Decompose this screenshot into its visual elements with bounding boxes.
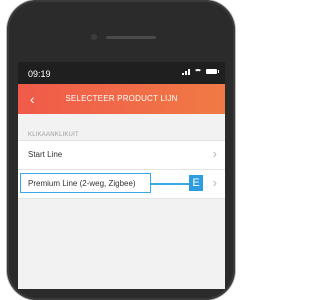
wifi-icon <box>194 68 202 75</box>
annotation-connector <box>151 183 189 185</box>
status-time: 09:19 <box>28 69 51 79</box>
status-icons <box>182 68 219 75</box>
list-item-premium-line[interactable]: Premium Line (2-weg, Zigbee) E › <box>18 170 225 199</box>
section-label: KLIKAANKLIKUIT <box>28 132 79 138</box>
earpiece-speaker <box>106 36 156 39</box>
header-bar: ‹ SELECTEER PRODUCT LIJN <box>18 84 225 114</box>
chevron-right-icon: › <box>212 175 217 190</box>
signal-icon <box>182 68 190 75</box>
page-title: SELECTEER PRODUCT LIJN <box>65 94 178 103</box>
list-item-start-line[interactable]: Start Line › <box>18 140 225 170</box>
status-bar: 09:19 <box>18 62 225 84</box>
list-item-label: Start Line <box>28 150 63 159</box>
chevron-right-icon: › <box>212 146 217 161</box>
annotation-badge: E <box>189 175 203 191</box>
list-item-label: Premium Line (2-weg, Zigbee) <box>28 179 136 188</box>
front-camera <box>91 34 97 40</box>
app-screen: 09:19 ‹ SELECTEER PRODUCT LIJN KLIKAANKL… <box>18 62 225 289</box>
battery-icon <box>206 69 219 74</box>
